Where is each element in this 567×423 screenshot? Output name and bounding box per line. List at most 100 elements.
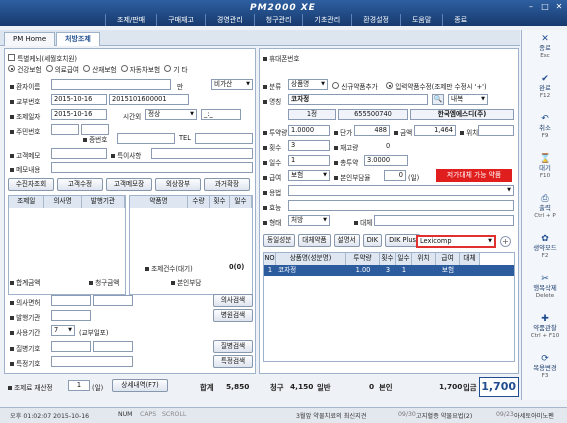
issuer-code-input[interactable] xyxy=(51,310,91,321)
insurance-radio[interactable] xyxy=(45,65,53,72)
menu-item[interactable]: 기초관리 xyxy=(302,14,351,26)
usage-label: 용법 xyxy=(269,189,282,197)
special-note-input[interactable] xyxy=(151,148,253,159)
disease-search-button[interactable]: 질병검색 xyxy=(213,340,253,353)
sidebar-action-button[interactable]: ↶ 취소 F9 xyxy=(522,114,567,140)
sidebar-action-button[interactable]: ✕ 종료 Esc xyxy=(522,34,567,60)
insurance-radio[interactable] xyxy=(120,65,128,72)
sidebar-action-button[interactable]: ⎙ 출력 Ctrl + P xyxy=(522,194,567,220)
insurance-option[interactable]: 자동차보험 xyxy=(120,64,160,74)
days-input[interactable]: 1 xyxy=(288,155,330,166)
insurance-option[interactable]: 건강보험 xyxy=(8,64,42,74)
tab-prescription[interactable]: 처방조제 xyxy=(56,32,100,46)
disease-input-2[interactable] xyxy=(93,341,133,352)
input-mode-radio[interactable] xyxy=(386,82,393,89)
memo-input[interactable] xyxy=(51,162,253,173)
menu-item[interactable]: 조제/판매 xyxy=(105,14,156,26)
income-display[interactable]: 1,700 xyxy=(479,377,519,397)
total-qty-input[interactable]: 3.0000 xyxy=(364,155,408,166)
symptom-input[interactable] xyxy=(117,133,175,144)
drug-name-input[interactable]: 코자정 xyxy=(288,94,428,105)
special-code-input[interactable] xyxy=(51,356,133,367)
patient-action-button[interactable]: 수진자조회 xyxy=(8,178,54,191)
insurance-option[interactable]: 기 타 xyxy=(164,64,188,74)
issue-number-input[interactable]: 2015101600001 xyxy=(109,94,189,105)
minimize-icon[interactable]: – xyxy=(525,2,537,12)
sidebar-action-button[interactable]: ✚ 약품관찰 Ctrl + F10 xyxy=(522,314,567,340)
patient-action-button[interactable]: 고객수정 xyxy=(57,178,103,191)
drug-place-select[interactable]: 내복 xyxy=(448,94,488,105)
effect-input[interactable] xyxy=(288,200,514,211)
app-logo: PM2000 XE xyxy=(250,3,316,13)
drug-search-icon[interactable]: 🔍 xyxy=(432,94,444,105)
maximize-icon[interactable]: □ xyxy=(539,2,551,12)
drug-tool-button[interactable]: 동일성분 xyxy=(263,234,296,247)
classify-select[interactable]: 상품명 xyxy=(288,79,328,90)
hospital-search-button[interactable]: 병원검색 xyxy=(213,309,253,322)
special-case-checkbox[interactable] xyxy=(8,54,15,61)
status-notice[interactable]: 3월앞 약물치료의 최신지견 xyxy=(296,411,367,420)
dispense-date-input[interactable]: 2015-10-16 xyxy=(51,109,107,120)
doctor-name-input[interactable] xyxy=(93,295,133,306)
patient-action-button[interactable]: 외상장부 xyxy=(155,178,201,191)
close-icon[interactable]: ✕ xyxy=(553,2,565,12)
time-select[interactable]: 정상 xyxy=(145,109,197,120)
amount-input[interactable]: 1,464 xyxy=(414,125,456,136)
status-message[interactable]: 고지혈증 약물요법(2) xyxy=(416,411,472,420)
sidebar-action-icon: ↶ xyxy=(541,114,549,124)
detail-button[interactable]: 상세내역(F7) xyxy=(112,379,168,392)
doctor-license-input[interactable] xyxy=(51,295,91,306)
time-extra-input[interactable]: _:_ xyxy=(201,109,241,120)
menu-item[interactable]: 청구관리 xyxy=(253,14,303,26)
drug-tool-button[interactable]: 대체약품 xyxy=(298,234,331,247)
menu-item[interactable]: 도움말 xyxy=(399,14,442,26)
table-row[interactable]: 1 코자정 1.00 3 1 보험 xyxy=(264,265,514,276)
sidebar-action-button[interactable]: ✔ 완료 F12 xyxy=(522,74,567,100)
sidebar-action-button[interactable]: ⌛ 대기 F10 xyxy=(522,154,567,180)
sidebar-action-button[interactable]: ⟳ 복용변경 F3 xyxy=(522,354,567,380)
tel-input[interactable] xyxy=(195,133,253,144)
menu-item[interactable]: 환경설정 xyxy=(351,14,400,26)
copay-rate-input[interactable]: 0 xyxy=(384,170,406,181)
insurance-radio[interactable] xyxy=(164,65,172,72)
use-period-select[interactable]: 7 xyxy=(51,325,75,336)
status-date-2: 09/23 xyxy=(496,411,514,418)
pay-select[interactable]: 보험 xyxy=(288,170,330,181)
type-select[interactable]: 처방 xyxy=(288,215,330,226)
special-search-button[interactable]: 특정검색 xyxy=(213,355,253,368)
lexicomp-select[interactable]: Lexicomp xyxy=(416,235,496,248)
status-message-2[interactable]: 아세토아미노펜 xyxy=(514,411,554,420)
menu-item[interactable]: 경영관리 xyxy=(204,14,254,26)
insurance-radio[interactable] xyxy=(8,65,15,72)
sidebar-action-button[interactable]: ✂ 행복삭제 Delete xyxy=(522,274,567,300)
disease-input-1[interactable] xyxy=(51,341,91,352)
insurance-option[interactable]: 산재보험 xyxy=(83,64,117,74)
drug-tool-button[interactable]: 설명서 xyxy=(333,234,360,247)
patient-name-input[interactable] xyxy=(51,79,171,90)
substitute-input[interactable] xyxy=(374,215,514,226)
issue-date-input[interactable]: 2015-10-16 xyxy=(51,94,107,105)
add-icon[interactable]: + xyxy=(500,236,511,247)
times-input[interactable]: 3 xyxy=(288,140,330,151)
sidebar-action-button[interactable]: ✿ 생약모드 F2 xyxy=(522,234,567,260)
menu-item[interactable]: 종료 xyxy=(442,14,478,26)
tab-pm-home[interactable]: PM Home xyxy=(4,32,56,46)
dose-input[interactable]: 1.0000 xyxy=(288,125,330,136)
patient-type-select[interactable]: 비가산 xyxy=(211,79,253,90)
drug-tool-button[interactable]: DIK xyxy=(362,234,383,247)
recalc-input[interactable]: 1 xyxy=(68,380,90,391)
menu-item[interactable]: 구매재고 xyxy=(156,14,205,26)
insurance-radio[interactable] xyxy=(83,65,90,72)
insurance-option[interactable]: 의료급여 xyxy=(45,64,79,74)
customer-memo-input[interactable] xyxy=(51,148,107,159)
rrn-input-1[interactable] xyxy=(51,124,79,135)
drug-tool-button[interactable]: DIK Plus xyxy=(385,234,420,247)
usage-select[interactable] xyxy=(288,185,514,196)
unit-price-input[interactable]: 488 xyxy=(354,125,390,136)
patient-action-button[interactable]: 과거확장 xyxy=(204,178,250,191)
patient-action-button[interactable]: 고객메모장 xyxy=(106,178,152,191)
position-input[interactable] xyxy=(478,125,514,136)
title-bar: PM2000 XE – □ ✕ 조제/판매 구매재고 경영관리 청구관리 기초관리 환경설… xyxy=(0,0,567,26)
age-label: 만 xyxy=(177,83,184,91)
doctor-search-button[interactable]: 의사검색 xyxy=(213,294,253,307)
